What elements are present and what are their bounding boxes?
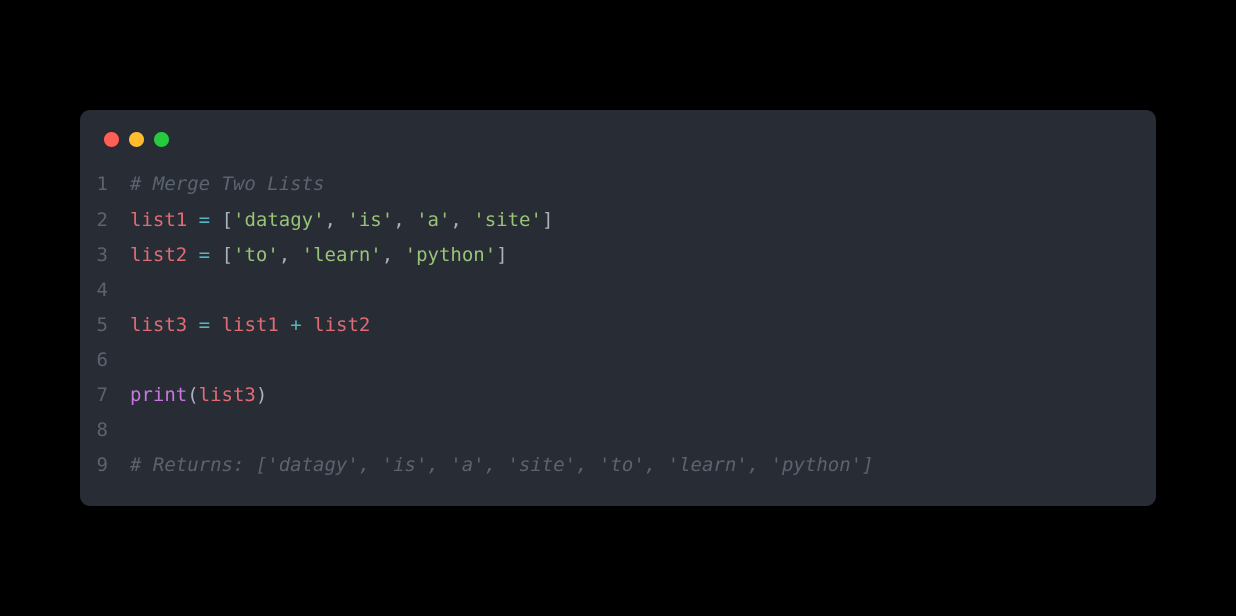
token-punct: [ xyxy=(222,209,233,231)
token-ident: list3 xyxy=(130,314,187,336)
line-number: 2 xyxy=(80,203,130,238)
token-str: 'site' xyxy=(473,209,542,231)
line-number: 8 xyxy=(80,413,130,448)
code-line: 6 xyxy=(80,343,1156,378)
line-number: 7 xyxy=(80,378,130,413)
line-content: list2 = ['to', 'learn', 'python'] xyxy=(130,238,1156,273)
close-icon[interactable] xyxy=(104,132,119,147)
token-punct: , xyxy=(279,244,302,266)
token-punct: [ xyxy=(222,244,233,266)
token-plain xyxy=(210,244,221,266)
code-line: 5list3 = list1 + list2 xyxy=(80,308,1156,343)
token-punct: , xyxy=(393,209,416,231)
line-number: 4 xyxy=(80,273,130,308)
token-op: + xyxy=(290,314,301,336)
line-number: 3 xyxy=(80,238,130,273)
token-plain xyxy=(187,244,198,266)
token-ident: list1 xyxy=(222,314,279,336)
token-str: 'to' xyxy=(233,244,279,266)
token-str: 'is' xyxy=(347,209,393,231)
token-plain xyxy=(302,314,313,336)
token-op: = xyxy=(199,244,210,266)
token-punct: ( xyxy=(187,384,198,406)
token-punct: , xyxy=(450,209,473,231)
token-comment: # Merge Two Lists xyxy=(130,173,324,195)
code-line: 9# Returns: ['datagy', 'is', 'a', 'site'… xyxy=(80,448,1156,483)
token-op: = xyxy=(199,209,210,231)
token-plain xyxy=(187,209,198,231)
line-content: print(list3) xyxy=(130,378,1156,413)
line-number: 6 xyxy=(80,343,130,378)
line-number: 9 xyxy=(80,448,130,483)
code-window: 1# Merge Two Lists2list1 = ['datagy', 'i… xyxy=(80,110,1156,505)
code-line: 4 xyxy=(80,273,1156,308)
token-plain xyxy=(279,314,290,336)
line-content: list1 = ['datagy', 'is', 'a', 'site'] xyxy=(130,203,1156,238)
token-str: 'python' xyxy=(405,244,497,266)
line-content xyxy=(130,273,1156,308)
line-content xyxy=(130,413,1156,448)
token-punct: ] xyxy=(496,244,507,266)
minimize-icon[interactable] xyxy=(129,132,144,147)
token-plain xyxy=(187,314,198,336)
code-line: 2list1 = ['datagy', 'is', 'a', 'site'] xyxy=(80,203,1156,238)
line-content xyxy=(130,343,1156,378)
token-ident: list2 xyxy=(130,244,187,266)
token-punct: ] xyxy=(542,209,553,231)
token-punct: ) xyxy=(256,384,267,406)
token-func: print xyxy=(130,384,187,406)
code-line: 1# Merge Two Lists xyxy=(80,167,1156,202)
token-str: 'a' xyxy=(416,209,450,231)
token-str: 'learn' xyxy=(302,244,382,266)
maximize-icon[interactable] xyxy=(154,132,169,147)
code-line: 8 xyxy=(80,413,1156,448)
token-ident: list2 xyxy=(313,314,370,336)
token-str: 'datagy' xyxy=(233,209,325,231)
token-plain xyxy=(210,209,221,231)
token-ident: list3 xyxy=(199,384,256,406)
line-content: # Returns: ['datagy', 'is', 'a', 'site',… xyxy=(130,448,1156,483)
token-punct: , xyxy=(325,209,348,231)
line-number: 5 xyxy=(80,308,130,343)
line-number: 1 xyxy=(80,167,130,202)
window-titlebar xyxy=(80,132,1156,167)
line-content: # Merge Two Lists xyxy=(130,167,1156,202)
token-ident: list1 xyxy=(130,209,187,231)
token-punct: , xyxy=(382,244,405,266)
code-line: 7print(list3) xyxy=(80,378,1156,413)
code-line: 3list2 = ['to', 'learn', 'python'] xyxy=(80,238,1156,273)
line-content: list3 = list1 + list2 xyxy=(130,308,1156,343)
token-op: = xyxy=(199,314,210,336)
token-plain xyxy=(210,314,221,336)
token-comment: # Returns: ['datagy', 'is', 'a', 'site',… xyxy=(130,454,874,476)
code-block: 1# Merge Two Lists2list1 = ['datagy', 'i… xyxy=(80,167,1156,483)
